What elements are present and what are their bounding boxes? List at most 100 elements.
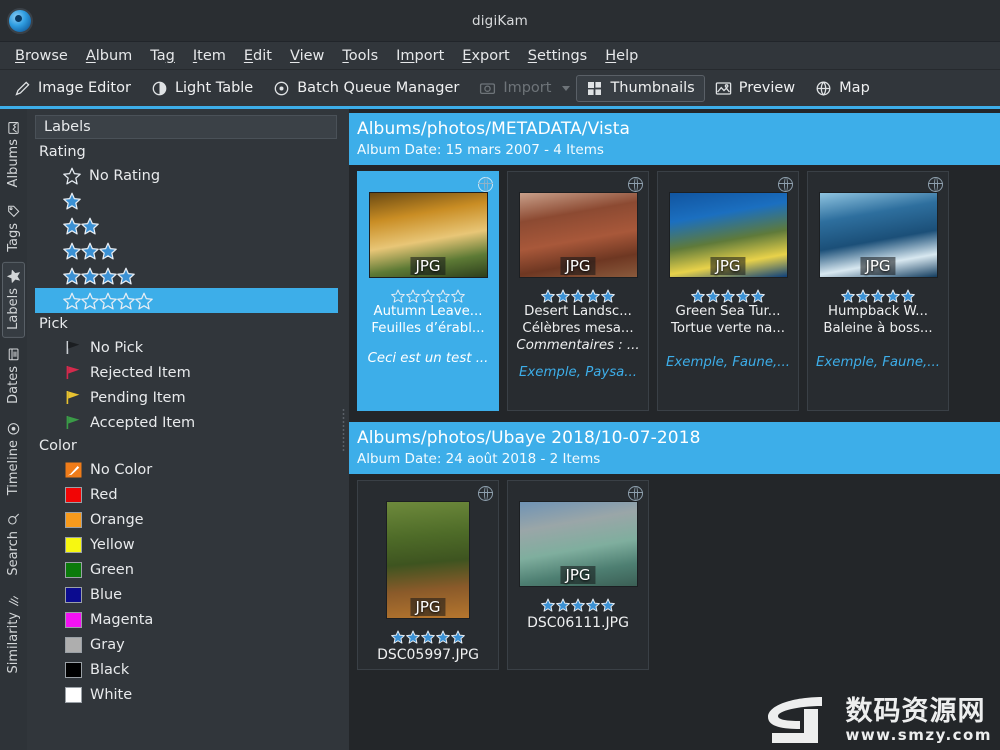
rating-stars[interactable] [391, 630, 465, 644]
rating-row-4-stars[interactable] [35, 263, 338, 288]
color-swatch-red [65, 486, 82, 503]
color-row-label: No Color [90, 461, 153, 478]
menu-import[interactable]: Import [387, 46, 453, 66]
sidebar-tab-dates[interactable]: Dates [2, 340, 25, 412]
thumbnail-image[interactable]: JPG [518, 501, 638, 587]
album-title: Albums/photos/Ubaye 2018/10-07-2018 [357, 428, 701, 448]
globe-icon[interactable] [477, 176, 493, 192]
rating-row-3-stars[interactable] [35, 238, 338, 263]
color-row-black[interactable]: Black [35, 657, 338, 682]
album-subtitle: Album Date: 15 mars 2007 - 4 Items [357, 142, 604, 158]
album-header[interactable]: Albums/photos/METADATA/Vista Album Date: … [349, 113, 1000, 165]
rating-row-2-stars[interactable] [35, 213, 338, 238]
thumbnail-image[interactable]: JPG [368, 192, 488, 278]
globe-icon[interactable] [627, 176, 643, 192]
rating-row-label: No Rating [89, 167, 161, 184]
menu-tag[interactable]: Tag [141, 46, 184, 66]
color-row-magenta[interactable]: Magenta [35, 607, 338, 632]
thumbnail-caption: Exemple, Faune,... [666, 355, 790, 371]
menu-help[interactable]: Help [596, 46, 647, 66]
thumbnail-caption: Célèbres mesa... [522, 321, 634, 337]
thumbnail-item[interactable]: JPG DSC06111.JPG [507, 480, 649, 671]
thumbnails-icon-view[interactable]: Albums/photos/METADATA/Vista Album Date: … [349, 109, 1000, 750]
thumbnail-image[interactable]: JPG [386, 501, 470, 619]
pick-row-no-pick[interactable]: No Pick [35, 335, 338, 360]
sidebar-tab-similarity[interactable]: Similarity [2, 586, 25, 681]
color-row-label: White [90, 686, 133, 703]
rating-row-0-stars[interactable]: No Rating [35, 163, 338, 188]
globe-icon[interactable] [777, 176, 793, 192]
color-row-gray[interactable]: Gray [35, 632, 338, 657]
sidebar-tab-timeline[interactable]: Timeline [2, 414, 25, 503]
window-title: digiKam [471, 12, 529, 29]
thumbnail-item[interactable]: JPG Humpback W... Baleine à boss... Exemple… [807, 171, 949, 411]
thumbnail-image[interactable]: JPG [818, 192, 938, 278]
color-row-yellow[interactable]: Yellow [35, 532, 338, 557]
thumbnail-item[interactable]: JPG Green Sea Tur... Tortue verte na... Exe… [657, 171, 799, 411]
toolbar-import-dropdown-arrow-icon[interactable] [562, 85, 571, 91]
sidebar-tab-labels-label: Labels [6, 288, 21, 331]
toolbar-light-table-button[interactable]: Light Table [141, 75, 263, 102]
color-row-white[interactable]: White [35, 682, 338, 707]
rating-stars[interactable] [841, 289, 915, 303]
thumbnail-item[interactable]: JPG Autumn Leave... Feuilles d’érabl... Cec… [357, 171, 499, 411]
rating-row-5-stars[interactable] [35, 288, 338, 313]
toolbar-image-editor-button[interactable]: Image Editor [4, 75, 141, 102]
sidebar-tab-dates-label: Dates [6, 366, 21, 404]
rating-group-label: Rating [39, 144, 86, 160]
thumbnail-image[interactable]: JPG [668, 192, 788, 278]
thumbnail-item[interactable]: JPG DSC05997.JPG [357, 480, 499, 671]
rating-stars[interactable] [541, 598, 615, 612]
menu-settings[interactable]: Settings [519, 46, 597, 66]
color-swatch-black [65, 661, 82, 678]
color-row-label: Orange [90, 511, 144, 528]
color-row-label: Magenta [90, 611, 154, 628]
toolbar-thumbnails-button[interactable]: Thumbnails [576, 74, 705, 102]
toolbar-batch-queue-manager-button[interactable]: Batch Queue Manager [263, 75, 469, 102]
color-row-green[interactable]: Green [35, 557, 338, 582]
pick-row-accepted-item[interactable]: Accepted Item [35, 410, 338, 435]
rating-row-1-stars[interactable] [35, 188, 338, 213]
labels-tree: Rating No Rating Pick No Pick Rejected Item P… [35, 139, 338, 707]
menu-export[interactable]: Export [453, 46, 518, 66]
color-row-no-color[interactable]: No Color [35, 457, 338, 482]
thumbnail-caption: Exemple, Paysa... [519, 364, 637, 380]
rating-stars[interactable] [541, 289, 615, 303]
thumbnail-image[interactable]: JPG [518, 192, 638, 278]
format-badge: JPG [860, 257, 896, 275]
menu-edit[interactable]: Edit [235, 46, 281, 66]
batch-queue-icon [273, 80, 290, 97]
rating-stars[interactable] [691, 289, 765, 303]
color-row-label: Green [90, 561, 134, 578]
thumbnail-caption: Humpback W... [828, 304, 928, 319]
flag-pending-icon [65, 390, 82, 405]
sidebar-tab-tags[interactable]: Tags [2, 197, 25, 260]
pick-row-pending-item[interactable]: Pending Item [35, 385, 338, 410]
rating-stars[interactable] [391, 289, 465, 303]
menu-album[interactable]: Album [77, 46, 141, 66]
toolbar-map-button[interactable]: Map [805, 75, 880, 102]
globe-icon[interactable] [477, 485, 493, 501]
thumbnail-caption: Feuilles d’érabl... [371, 321, 485, 337]
menu-view[interactable]: View [281, 46, 333, 66]
pick-row-label: Pending Item [90, 389, 186, 406]
menu-tools[interactable]: Tools [333, 46, 387, 66]
color-row-red[interactable]: Red [35, 482, 338, 507]
panel-splitter[interactable] [338, 109, 349, 750]
pick-row-rejected-item[interactable]: Rejected Item [35, 360, 338, 385]
sidebar-tab-search[interactable]: Search [2, 505, 25, 584]
toolbar-preview-button[interactable]: Preview [705, 75, 805, 102]
toolbar-preview-label: Preview [738, 80, 796, 96]
thumbnail-item[interactable]: JPG Desert Landsc... Célèbres mesa... Comme… [507, 171, 649, 411]
globe-icon[interactable] [927, 176, 943, 192]
album-header[interactable]: Albums/photos/Ubaye 2018/10-07-2018 Album… [349, 422, 1000, 474]
menu-item[interactable]: Item [184, 46, 235, 66]
color-row-orange[interactable]: Orange [35, 507, 338, 532]
sidebar-tab-albums[interactable]: Albums [2, 113, 25, 195]
color-row-blue[interactable]: Blue [35, 582, 338, 607]
sidebar-tab-labels[interactable]: Labels [2, 262, 25, 339]
color-swatch-blue [65, 586, 82, 603]
globe-icon[interactable] [627, 485, 643, 501]
menu-browse[interactable]: Browse [6, 46, 77, 66]
toolbar-import-button[interactable]: Import [469, 75, 561, 102]
